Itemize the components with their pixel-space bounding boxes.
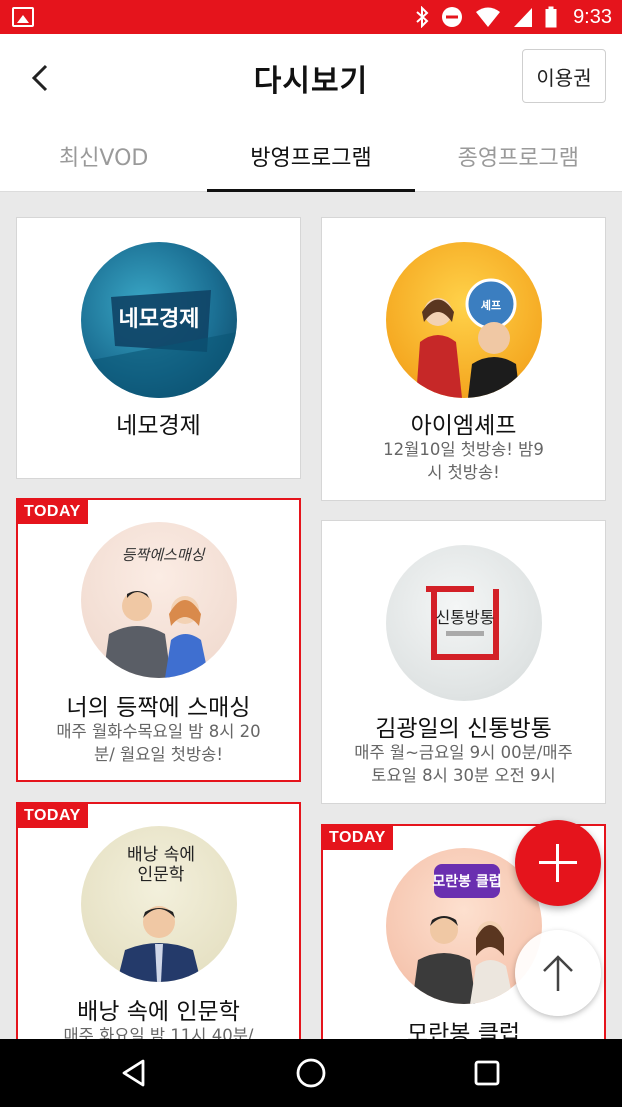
- program-card-backpack-humanities[interactable]: TODAY 배낭 속에 인문학 배낭 속에 인문학 매주 화요일 밤 11시 4…: [16, 802, 301, 1039]
- program-title: 모란봉 클럽: [406, 1021, 521, 1039]
- program-thumbnail: 신통방통: [385, 545, 542, 701]
- do-not-disturb-icon: [442, 7, 463, 27]
- scroll-to-top-button[interactable]: [515, 930, 601, 1016]
- circle-home-icon: [296, 1058, 326, 1088]
- tab-latest-vod[interactable]: 최신VOD: [0, 120, 207, 191]
- program-schedule: 매주 월~금요일 9시 00분/매주 토요일 8시 30분 오전 9시: [354, 743, 573, 785]
- tab-bar: 최신VOD 방영프로그램 종영프로그램: [0, 120, 622, 192]
- program-schedule: 매주 화요일 밤 11시 40분/: [63, 1026, 254, 1039]
- today-badge: TODAY: [18, 804, 88, 828]
- nav-home-button[interactable]: [289, 1053, 333, 1093]
- clock: 9:33: [573, 5, 612, 28]
- thumb-text: 네모경제: [118, 307, 199, 332]
- program-thumbnail: 배낭 속에 인문학: [80, 826, 237, 982]
- nav-recents-button[interactable]: [465, 1053, 509, 1093]
- bluetooth-icon: [416, 6, 429, 28]
- triangle-back-icon: [122, 1059, 145, 1087]
- program-title: 아이엠셰프: [410, 413, 517, 439]
- program-title: 배낭 속에 인문학: [77, 999, 240, 1025]
- battery-icon: [545, 6, 557, 28]
- program-card-nemo-economy[interactable]: 네모경제 네모경제: [16, 217, 301, 479]
- wifi-icon: [476, 7, 501, 27]
- svg-text:셰프: 셰프: [480, 298, 500, 312]
- today-badge: TODAY: [18, 500, 88, 524]
- program-card-smashing[interactable]: TODAY 등짝에스매싱 너의 등짝에 스매싱 매주 월화수목요일 밤 8시 2…: [16, 498, 301, 782]
- app-header: 다시보기 이용권: [0, 34, 622, 120]
- signal-icon: [514, 8, 533, 27]
- program-schedule: 매주 월화수목요일 밤 8시 20 분/ 월요일 첫방송!: [56, 722, 261, 764]
- tab-airing-programs[interactable]: 방영프로그램: [207, 120, 415, 192]
- program-card-i-am-chef[interactable]: 셰프 아이엠셰프 12월10일 첫방송! 밤9 시 첫방송!: [321, 217, 606, 501]
- program-card-sintong-bangtong[interactable]: 신통방통 김광일의 신통방통 매주 월~금요일 9시 00분/매주 토요일 8시…: [321, 520, 606, 804]
- system-nav-bar: [0, 1039, 622, 1107]
- status-bar: 9:33: [0, 0, 622, 34]
- square-recents-icon: [474, 1060, 500, 1086]
- thumb-text: 신통방통: [435, 608, 494, 627]
- gallery-notification-icon: [12, 7, 34, 27]
- svg-text:등짝에스매싱: 등짝에스매싱: [121, 546, 205, 564]
- nav-back-button[interactable]: [112, 1053, 156, 1093]
- program-title: 김광일의 신통방통: [375, 716, 552, 742]
- add-fab-button[interactable]: [515, 820, 601, 906]
- svg-text:인문학: 인문학: [137, 865, 184, 885]
- tab-ended-programs[interactable]: 종영프로그램: [415, 120, 622, 191]
- program-thumbnail: 셰프: [385, 242, 542, 398]
- today-badge: TODAY: [323, 826, 393, 850]
- program-grid: 네모경제 네모경제 셰프 아이엠셰프 12월10일 첫방송! 밤9 시 첫방송!…: [0, 193, 622, 1039]
- program-title: 너의 등짝에 스매싱: [66, 695, 251, 721]
- arrow-up-icon: [543, 955, 573, 991]
- program-thumbnail: 네모경제: [80, 242, 237, 398]
- program-thumbnail: 등짝에스매싱: [80, 522, 237, 678]
- program-title: 네모경제: [116, 413, 201, 439]
- thumb-text: 모란봉 클럽: [432, 873, 501, 890]
- pass-button[interactable]: 이용권: [522, 49, 606, 103]
- svg-text:배낭 속에: 배낭 속에: [127, 845, 195, 865]
- program-schedule: 12월10일 첫방송! 밤9 시 첫방송!: [383, 440, 544, 482]
